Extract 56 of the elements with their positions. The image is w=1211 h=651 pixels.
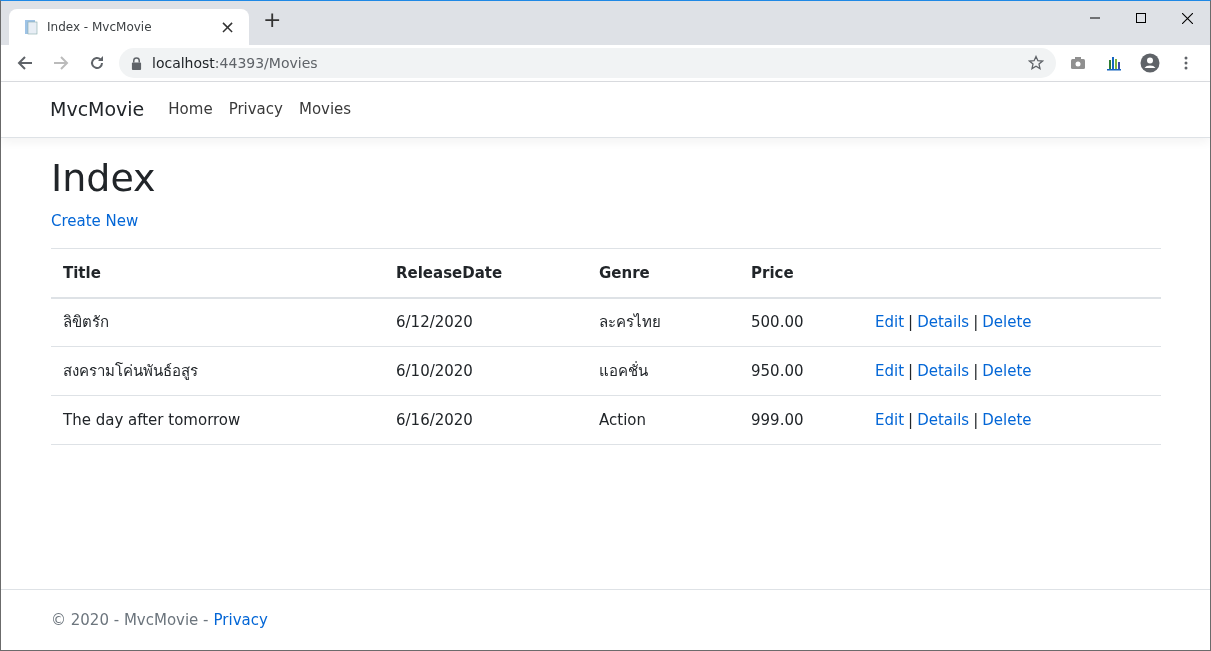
table-cell: ละครไทย [587, 297, 739, 347]
tab-title: Index - MvcMovie [47, 19, 153, 36]
action-link[interactable]: Edit [875, 313, 905, 332]
action-link[interactable]: Details [917, 361, 970, 380]
page-icon [23, 19, 39, 35]
table-cell: The day after tomorrow [51, 395, 384, 445]
camera-icon[interactable] [1070, 56, 1086, 70]
maximize-icon[interactable] [1136, 13, 1146, 23]
column-header: Title [51, 248, 384, 298]
action-link[interactable]: Details [917, 313, 970, 332]
browser-tab[interactable]: Index - MvcMovie × [9, 9, 249, 45]
table-cell: แอคชั่น [587, 346, 739, 396]
table-cell: 6/16/2020 [384, 395, 587, 445]
separator-text: | [973, 313, 979, 332]
nav-link[interactable]: Privacy [228, 98, 283, 121]
address-bar[interactable]: localhost:44393/Movies [119, 48, 1056, 78]
separator-text: | [908, 361, 914, 380]
column-header: Genre [587, 248, 739, 298]
table-cell: ลิขิตรัก [51, 297, 384, 347]
url-text: localhost:44393/Movies [152, 53, 318, 73]
new-tab-button[interactable]: + [259, 9, 286, 31]
privacy-link[interactable]: Privacy [213, 608, 268, 632]
back-arrow-icon[interactable] [17, 55, 33, 71]
table-cell: 6/12/2020 [384, 297, 587, 347]
action-link[interactable]: Edit [875, 361, 905, 380]
reload-icon[interactable] [89, 55, 105, 71]
tab-close-button[interactable]: × [215, 18, 239, 36]
separator-text: | [908, 313, 914, 332]
column-header: Price [739, 248, 863, 298]
action-link[interactable]: Details [917, 410, 970, 429]
separator-text: | [973, 410, 979, 429]
footer-text: © 2020 - MvcMovie - [51, 609, 209, 631]
table-cell: สงครามโค่นพันธ์อสูร [51, 346, 384, 396]
page-heading: Index [51, 156, 157, 202]
nav-link[interactable]: Home [168, 98, 213, 121]
separator-text: | [973, 361, 979, 380]
table-cell: Action [587, 395, 739, 445]
star-icon[interactable] [1028, 55, 1044, 71]
table-cell: 950.00 [739, 346, 863, 396]
table-cell: 500.00 [739, 297, 863, 347]
create-new-link[interactable]: Create New [51, 211, 139, 230]
account-icon[interactable] [1140, 53, 1160, 73]
action-link[interactable]: Delete [982, 361, 1032, 380]
bar-chart-icon[interactable] [1106, 55, 1122, 71]
column-header: ReleaseDate [384, 248, 587, 298]
action-link[interactable]: Delete [982, 313, 1032, 332]
brand-link[interactable]: MvcMovie [50, 95, 145, 124]
table-cell: 6/10/2020 [384, 346, 587, 396]
lock-icon [131, 56, 142, 70]
action-link[interactable]: Delete [982, 410, 1032, 429]
separator-text: | [908, 410, 914, 429]
close-icon[interactable] [1181, 12, 1193, 24]
nav-link[interactable]: Movies [298, 98, 352, 121]
action-link[interactable]: Edit [875, 410, 905, 429]
table-cell: 999.00 [739, 395, 863, 445]
menu-icon[interactable] [1184, 55, 1188, 71]
